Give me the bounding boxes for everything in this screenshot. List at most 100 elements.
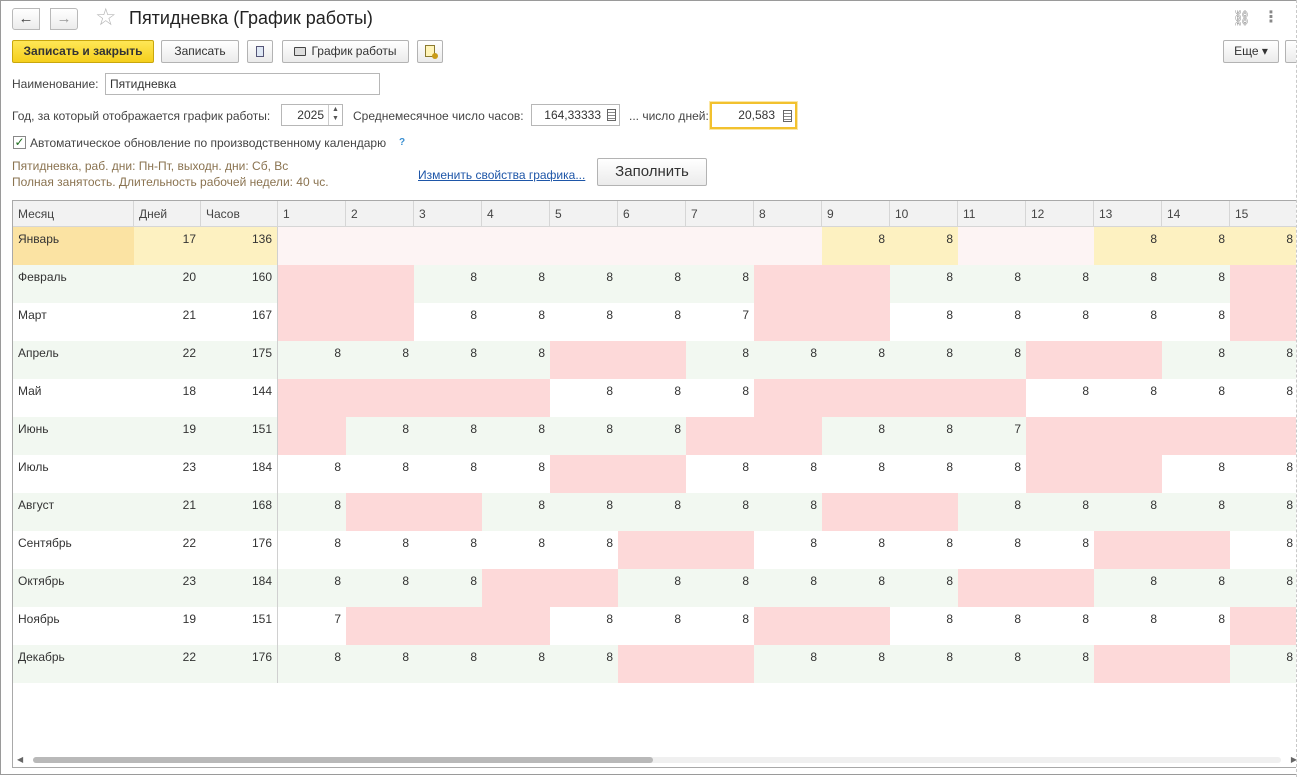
month-cell[interactable]: Март	[13, 303, 134, 341]
hours-cell[interactable]: 184	[201, 455, 278, 493]
day-cell[interactable]	[822, 607, 890, 645]
days-cell[interactable]: 19	[134, 607, 201, 645]
day-cell[interactable]	[618, 531, 686, 569]
day-cell[interactable]: 8	[550, 303, 618, 341]
day-cell[interactable]: 8	[1230, 227, 1297, 265]
day-cell[interactable]: 8	[1094, 607, 1162, 645]
day-cell[interactable]	[822, 493, 890, 531]
day-cell[interactable]	[1094, 341, 1162, 379]
day-cell[interactable]: 8	[482, 341, 550, 379]
day-cell[interactable]	[482, 607, 550, 645]
day-cell[interactable]: 8	[686, 569, 754, 607]
day-cell[interactable]: 8	[1230, 493, 1297, 531]
day-cell[interactable]: 8	[414, 455, 482, 493]
day-cell[interactable]	[754, 607, 822, 645]
day-cell[interactable]: 8	[482, 493, 550, 531]
day-cell[interactable]: 8	[550, 265, 618, 303]
day-cell[interactable]: 8	[890, 303, 958, 341]
table-row[interactable]: Январь 17 136 8 8 8 8 8	[13, 227, 1297, 265]
day-cell[interactable]: 8	[754, 531, 822, 569]
table-row[interactable]: Март 21 167 8 8 8 8 7 8 8 8 8 8	[13, 303, 1297, 341]
day-cell[interactable]	[278, 265, 346, 303]
day-cell[interactable]	[754, 417, 822, 455]
day-cell[interactable]: 8	[1230, 455, 1297, 493]
day-cell[interactable]: 8	[1162, 303, 1230, 341]
table-row[interactable]: Май 18 144 8 8 8 8 8 8 8	[13, 379, 1297, 417]
month-cell[interactable]: Ноябрь	[13, 607, 134, 645]
day-cell[interactable]	[890, 379, 958, 417]
day-cell[interactable]: 8	[686, 493, 754, 531]
column-header-day[interactable]: 3	[414, 201, 482, 227]
day-cell[interactable]: 8	[1094, 569, 1162, 607]
horizontal-scrollbar[interactable]: ◀ ▶	[13, 753, 1297, 767]
hours-cell[interactable]: 176	[201, 531, 278, 569]
day-cell[interactable]	[550, 455, 618, 493]
column-header-day[interactable]: 2	[346, 201, 414, 227]
calculator-icon[interactable]	[607, 109, 616, 121]
fill-button[interactable]: Заполнить	[597, 158, 707, 186]
days-cell[interactable]: 22	[134, 341, 201, 379]
schedule-table[interactable]: Месяц Дней Часов 1 2 3 4 5 6 7 8 9 10 11 12 13 14 15 Янва…	[12, 200, 1297, 768]
scrollbar-track[interactable]	[33, 757, 1281, 763]
day-cell[interactable]	[1026, 227, 1094, 265]
day-cell[interactable]: 8	[1230, 569, 1297, 607]
day-cell[interactable]	[1026, 569, 1094, 607]
link-icon[interactable]: ⛓	[1232, 9, 1251, 27]
month-cell[interactable]: Декабрь	[13, 645, 134, 683]
column-header-day[interactable]: 14	[1162, 201, 1230, 227]
change-schedule-properties-link[interactable]: Изменить свойства графика...	[418, 168, 585, 182]
day-cell[interactable]: 8	[1162, 227, 1230, 265]
name-field[interactable]: Пятидневка	[105, 73, 380, 95]
day-cell[interactable]: 8	[278, 341, 346, 379]
day-cell[interactable]: 8	[482, 417, 550, 455]
day-cell[interactable]	[346, 303, 414, 341]
days-cell[interactable]: 22	[134, 645, 201, 683]
day-cell[interactable]	[414, 227, 482, 265]
month-cell[interactable]: Май	[13, 379, 134, 417]
day-cell[interactable]: 8	[1162, 341, 1230, 379]
day-cell[interactable]: 8	[1094, 265, 1162, 303]
day-cell[interactable]: 8	[1162, 455, 1230, 493]
day-cell[interactable]: 8	[550, 645, 618, 683]
day-cell[interactable]: 8	[890, 607, 958, 645]
day-cell[interactable]	[1026, 341, 1094, 379]
month-cell[interactable]: Февраль	[13, 265, 134, 303]
auto-update-checkbox[interactable]: ✓	[13, 136, 26, 149]
table-row[interactable]: Февраль 20 160 8 8 8 8 8 8 8 8 8 8	[13, 265, 1297, 303]
day-cell[interactable]: 8	[414, 645, 482, 683]
day-cell[interactable]	[278, 417, 346, 455]
hours-cell[interactable]: 175	[201, 341, 278, 379]
column-header-day[interactable]: 11	[958, 201, 1026, 227]
hours-cell[interactable]: 151	[201, 417, 278, 455]
day-cell[interactable]: 8	[890, 531, 958, 569]
more-button[interactable]: Еще ▾	[1223, 40, 1279, 63]
column-header-day[interactable]: 10	[890, 201, 958, 227]
scroll-left-icon[interactable]: ◀	[17, 755, 23, 764]
day-cell[interactable]	[1230, 417, 1297, 455]
month-cell[interactable]: Январь	[13, 227, 134, 265]
day-cell[interactable]	[1230, 303, 1297, 341]
day-cell[interactable]: 8	[686, 265, 754, 303]
day-cell[interactable]: 8	[482, 265, 550, 303]
column-header-day[interactable]: 5	[550, 201, 618, 227]
table-row[interactable]: Август 21 168 8 8 8 8 8 8 8 8 8 8 8	[13, 493, 1297, 531]
day-cell[interactable]	[482, 227, 550, 265]
day-cell[interactable]	[822, 379, 890, 417]
day-cell[interactable]: 8	[1162, 379, 1230, 417]
day-cell[interactable]: 8	[550, 607, 618, 645]
day-cell[interactable]: 8	[346, 569, 414, 607]
day-cell[interactable]	[414, 379, 482, 417]
day-cell[interactable]	[958, 227, 1026, 265]
day-cell[interactable]: 8	[822, 645, 890, 683]
column-header-month[interactable]: Месяц	[13, 201, 134, 227]
table-row[interactable]: Июнь 19 151 8 8 8 8 8 8 8 7	[13, 417, 1297, 455]
day-cell[interactable]	[414, 607, 482, 645]
forward-button[interactable]: →	[50, 8, 78, 30]
scrollbar-thumb[interactable]	[33, 757, 653, 763]
day-cell[interactable]: 8	[958, 303, 1026, 341]
day-cell[interactable]	[618, 645, 686, 683]
day-cell[interactable]: 8	[618, 607, 686, 645]
save-and-close-button[interactable]: Записать и закрыть	[12, 40, 154, 63]
day-cell[interactable]: 8	[1230, 379, 1297, 417]
day-cell[interactable]: 8	[550, 531, 618, 569]
